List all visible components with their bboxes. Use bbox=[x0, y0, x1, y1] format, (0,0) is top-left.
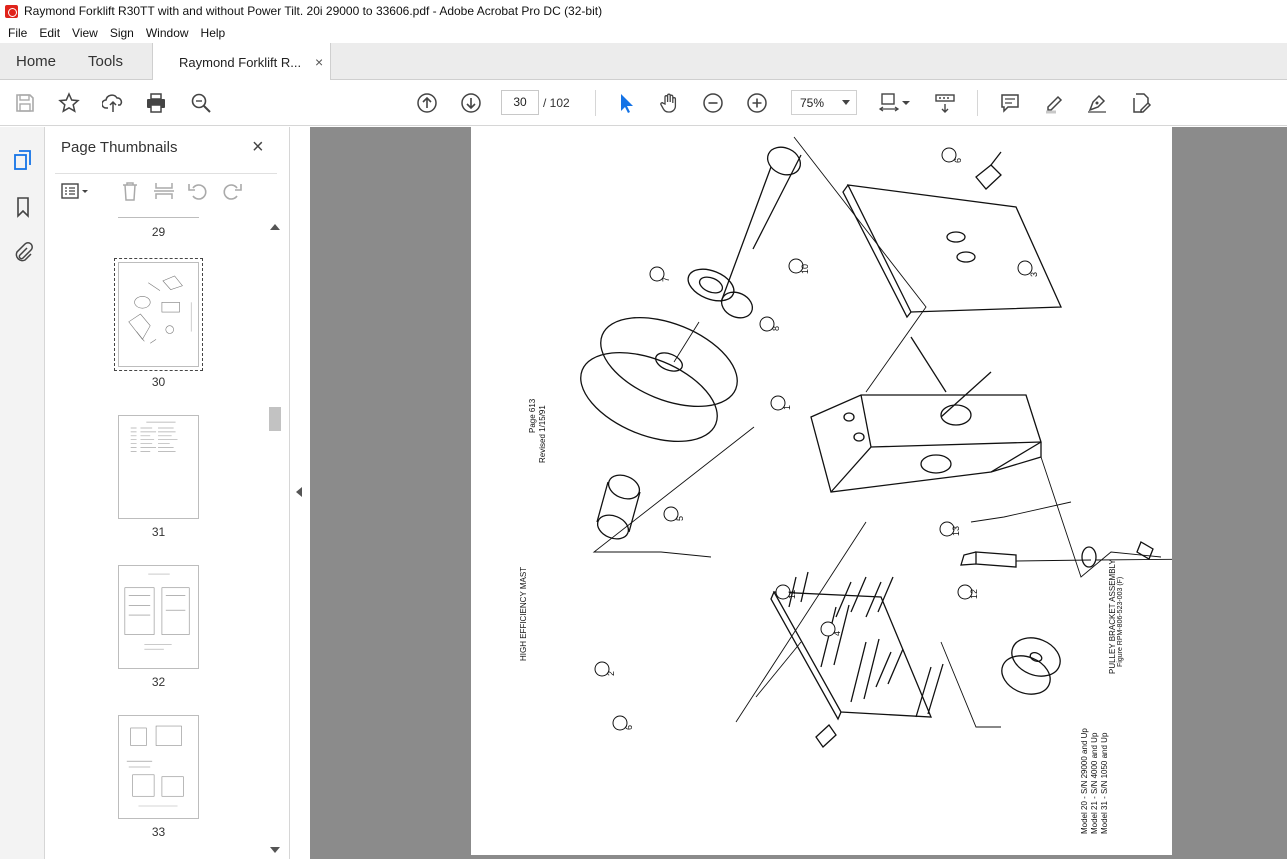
page-number-input[interactable]: 30 bbox=[501, 90, 539, 115]
callout-1: 1 bbox=[782, 404, 792, 410]
zoom-out-icon[interactable] bbox=[701, 91, 725, 115]
callout-7: 7 bbox=[661, 276, 671, 282]
delete-page-icon[interactable] bbox=[119, 180, 141, 202]
window-title: Raymond Forklift R30TT with and without … bbox=[24, 4, 603, 18]
page-number-text: Page 613 bbox=[528, 398, 537, 433]
previous-page-icon[interactable] bbox=[415, 91, 439, 115]
callout-6-bottom: 6 bbox=[624, 724, 634, 730]
thumbnail-page-number: 33 bbox=[151, 825, 166, 839]
rotate-right-icon[interactable] bbox=[221, 180, 243, 202]
document-tab-label: Raymond Forklift R... bbox=[179, 54, 302, 70]
callout-3: 3 bbox=[1029, 271, 1039, 277]
menu-edit[interactable]: Edit bbox=[33, 26, 66, 40]
revised-date-text: Revised 1/15/91 bbox=[538, 405, 547, 463]
tab-home[interactable]: Home bbox=[16, 43, 56, 80]
bookmark-star-icon[interactable] bbox=[57, 91, 81, 115]
collapse-panel-arrow-icon[interactable] bbox=[296, 487, 302, 497]
callout-5: 5 bbox=[675, 515, 685, 521]
scrollbar-thumb[interactable] bbox=[269, 407, 281, 431]
insert-page-icon[interactable] bbox=[153, 180, 175, 202]
callout-11: 11 bbox=[787, 589, 797, 599]
callout-4: 4 bbox=[832, 630, 842, 636]
callout-6-top: 6 bbox=[953, 157, 963, 163]
tab-bar: Home Tools Raymond Forklift R... × bbox=[0, 43, 1287, 81]
chevron-down-icon bbox=[842, 100, 850, 105]
tab-document[interactable]: Raymond Forklift R... × bbox=[152, 43, 331, 81]
page-thumbnails-icon[interactable] bbox=[10, 147, 36, 173]
scroll-down-arrow-icon[interactable] bbox=[270, 847, 280, 853]
thumbnail-page-number: 31 bbox=[151, 525, 166, 539]
page-thumbnails-panel: Page Thumbnails × 29 30 31 32 33 bbox=[45, 127, 290, 859]
zoom-level-value: 75% bbox=[800, 95, 825, 110]
close-tab-icon[interactable]: × bbox=[315, 54, 323, 70]
title-bar: Raymond Forklift R30TT with and without … bbox=[0, 0, 1287, 22]
model-line-3: Model 31 - S/N 1050 and Up bbox=[1100, 732, 1109, 834]
select-cursor-icon[interactable] bbox=[614, 91, 638, 115]
thumbnail-options-icon[interactable] bbox=[61, 180, 91, 202]
part-10-cylinder bbox=[720, 146, 802, 319]
draw-sign-icon[interactable] bbox=[1085, 91, 1109, 115]
toolbar-divider bbox=[977, 90, 978, 116]
section-title-text: HIGH EFFICIENCY MAST bbox=[519, 566, 528, 661]
thumbnail-list: 29 30 31 32 33 bbox=[55, 217, 277, 857]
left-navigation-rail bbox=[0, 127, 45, 859]
thumbnail-page-number: 30 bbox=[151, 375, 166, 389]
menu-help[interactable]: Help bbox=[195, 26, 232, 40]
callout-2: 2 bbox=[606, 670, 616, 676]
panel-title: Page Thumbnails bbox=[61, 139, 178, 156]
comment-icon[interactable] bbox=[998, 91, 1022, 115]
search-zoom-icon[interactable] bbox=[189, 91, 213, 115]
menu-sign[interactable]: Sign bbox=[104, 26, 140, 40]
save-icon[interactable] bbox=[13, 91, 37, 115]
print-icon[interactable] bbox=[144, 91, 168, 115]
zoom-level-select[interactable]: 75% bbox=[791, 90, 857, 115]
highlight-pen-icon[interactable] bbox=[1042, 91, 1066, 115]
bookmarks-icon[interactable] bbox=[10, 194, 36, 220]
thumbnail-page-number: 32 bbox=[151, 675, 166, 689]
model-line-2: Model 21 - S/N 4000 and Up bbox=[1090, 732, 1099, 834]
exploded-parts-diagram bbox=[580, 136, 1172, 748]
zoom-in-icon[interactable] bbox=[745, 91, 769, 115]
thumbnail-page-32[interactable] bbox=[118, 565, 199, 669]
thumbnail-page-31[interactable] bbox=[118, 415, 199, 519]
thumbnail-toolbar bbox=[55, 173, 277, 205]
fit-page-dropdown-icon[interactable] bbox=[900, 91, 912, 115]
callout-10: 10 bbox=[800, 263, 810, 274]
hand-tool-icon[interactable] bbox=[657, 91, 681, 115]
scroll-up-arrow-icon[interactable] bbox=[270, 224, 280, 230]
menu-file[interactable]: File bbox=[2, 26, 33, 40]
edit-pdf-icon[interactable] bbox=[1129, 91, 1153, 115]
attachments-icon[interactable] bbox=[10, 239, 36, 265]
pdf-page: 6 3 10 8 7 1 5 2 6 11 13 12 4 Page 613 R… bbox=[471, 127, 1172, 855]
callout-12: 12 bbox=[969, 588, 979, 599]
menu-bar: File Edit View Sign Window Help bbox=[0, 22, 1287, 43]
thumbnail-page-33[interactable] bbox=[118, 715, 199, 819]
thumbnail-page-29-edge[interactable] bbox=[118, 217, 199, 218]
rotate-left-icon[interactable] bbox=[187, 180, 209, 202]
tab-tools[interactable]: Tools bbox=[88, 43, 123, 80]
callout-13: 13 bbox=[951, 525, 961, 536]
scrolling-mode-icon[interactable] bbox=[933, 91, 957, 115]
thumbnail-page-number: 29 bbox=[151, 225, 166, 239]
toolbar bbox=[0, 80, 1287, 126]
document-viewer[interactable]: 6 3 10 8 7 1 5 2 6 11 13 12 4 Page 613 R… bbox=[310, 127, 1287, 859]
close-icon[interactable]: × bbox=[252, 136, 264, 159]
next-page-icon[interactable] bbox=[459, 91, 483, 115]
page-total-label: / 102 bbox=[543, 96, 570, 110]
menu-view[interactable]: View bbox=[66, 26, 104, 40]
thumbnail-page-30[interactable] bbox=[114, 258, 203, 371]
fit-page-icon[interactable] bbox=[877, 91, 901, 115]
assembly-title-text: PULLEY BRACKET ASSEMBLY bbox=[1108, 559, 1117, 674]
toolbar-divider bbox=[595, 90, 596, 116]
thumbnail-scrollbar[interactable] bbox=[268, 221, 282, 856]
acrobat-logo-icon bbox=[5, 4, 18, 18]
callout-8: 8 bbox=[771, 325, 781, 331]
menu-window[interactable]: Window bbox=[140, 26, 195, 40]
figure-number-text: Figure RPM-806-523-003 (F) bbox=[1117, 576, 1124, 667]
upload-icon[interactable] bbox=[101, 91, 125, 115]
model-line-1: Model 20 - S/N 29000 and Up bbox=[1080, 728, 1089, 834]
